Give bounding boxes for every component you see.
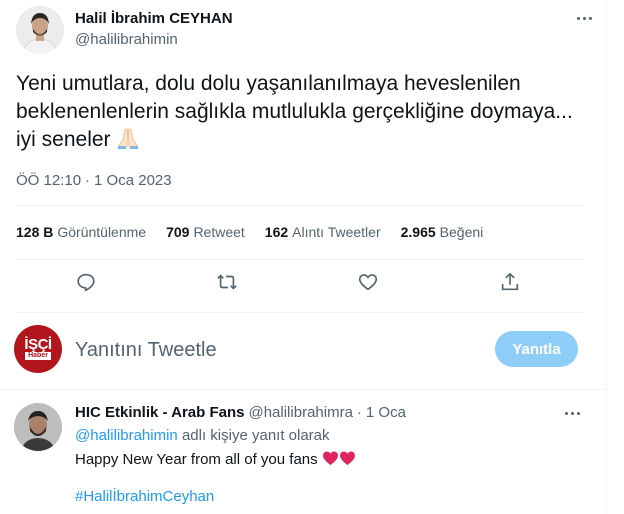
tweet-text-content: Yeni umutlara, dolu dolu yaşanılanılmaya… (16, 72, 573, 151)
reply-text-content: Happy New Year from all of you fans (75, 451, 318, 468)
tweet-actions (16, 262, 584, 302)
divider (16, 312, 584, 313)
red-heart-icon (339, 451, 355, 466)
reply-header: HIC Etkinlik - Arab Fans @halilibrahimra ·… (75, 404, 406, 421)
retweet-button[interactable] (213, 268, 241, 296)
stat-views[interactable]: 128 B Görüntülenme (16, 224, 146, 244)
stat-retweets[interactable]: 709 Retweet (166, 224, 245, 244)
replying-to: @halilibrahimin adlı kişiye yanıt olarak (75, 427, 330, 444)
share-icon (501, 272, 519, 291)
reply-time[interactable]: 1 Oca (366, 404, 406, 421)
reply-icon (77, 273, 95, 292)
tweet-timestamp[interactable]: ÖÖ 12:10 · 1 Oca 2023 (16, 172, 172, 189)
reply-author-avatar[interactable] (14, 403, 62, 451)
replying-mention-link[interactable]: @halilibrahimin (75, 427, 178, 444)
red-heart-icon (322, 451, 338, 466)
tweet-header: Halil İbrahim CEYHAN @halilibrahimin (16, 6, 596, 54)
tweet-time: ÖÖ 12:10 (16, 172, 82, 189)
retweet-icon (217, 274, 237, 290)
author-avatar[interactable] (16, 6, 64, 54)
reply-more-options-button[interactable] (560, 403, 584, 423)
composer-avatar[interactable]: İŞÇİ Haber (14, 325, 62, 373)
tweet-stats: 128 B Görüntülenme 709 Retweet 162 Alıntı T… (16, 224, 584, 244)
divider (16, 205, 584, 206)
composer-avatar-logo-top: İŞÇİ (24, 336, 52, 353)
share-button[interactable] (496, 268, 524, 296)
replying-suffix: adlı kişiye yanıt olarak (181, 427, 330, 444)
tweet-date: 1 Oca 2023 (94, 172, 172, 189)
composer-avatar-logo-bottom: Haber (25, 352, 51, 360)
more-icon (576, 16, 592, 20)
section-separator (0, 389, 606, 390)
author-handle[interactable]: @halilibrahimin (75, 31, 178, 48)
reply-text: Happy New Year from all of you fans (75, 450, 356, 468)
author-name[interactable]: Halil İbrahim CEYHAN (75, 10, 233, 27)
like-button[interactable] (354, 268, 382, 296)
reply-input[interactable]: Yanıtını Tweetle (75, 339, 217, 362)
column-border (606, 0, 607, 514)
tweet-text: Yeni umutlara, dolu dolu yaşanılanılmaya… (16, 70, 596, 154)
more-options-button[interactable] (572, 8, 596, 28)
hashtag-link[interactable]: #HalilİbrahimCeyhan (75, 488, 214, 505)
stat-likes[interactable]: 2.965 Beğeni (401, 224, 484, 244)
more-icon (564, 411, 580, 415)
meta-separator: · (356, 404, 362, 421)
reply-author-handle[interactable]: @halilibrahimra (248, 404, 352, 421)
divider (16, 259, 584, 260)
like-icon (358, 274, 378, 291)
reply-submit-button[interactable]: Yanıtla (495, 331, 578, 367)
reply-button[interactable] (72, 268, 100, 296)
meta-separator: · (85, 172, 91, 189)
folded-hands-icon (117, 128, 138, 149)
stat-quotes[interactable]: 162 Alıntı Tweetler (265, 224, 381, 244)
reply-author-name[interactable]: HIC Etkinlik - Arab Fans (75, 404, 244, 421)
